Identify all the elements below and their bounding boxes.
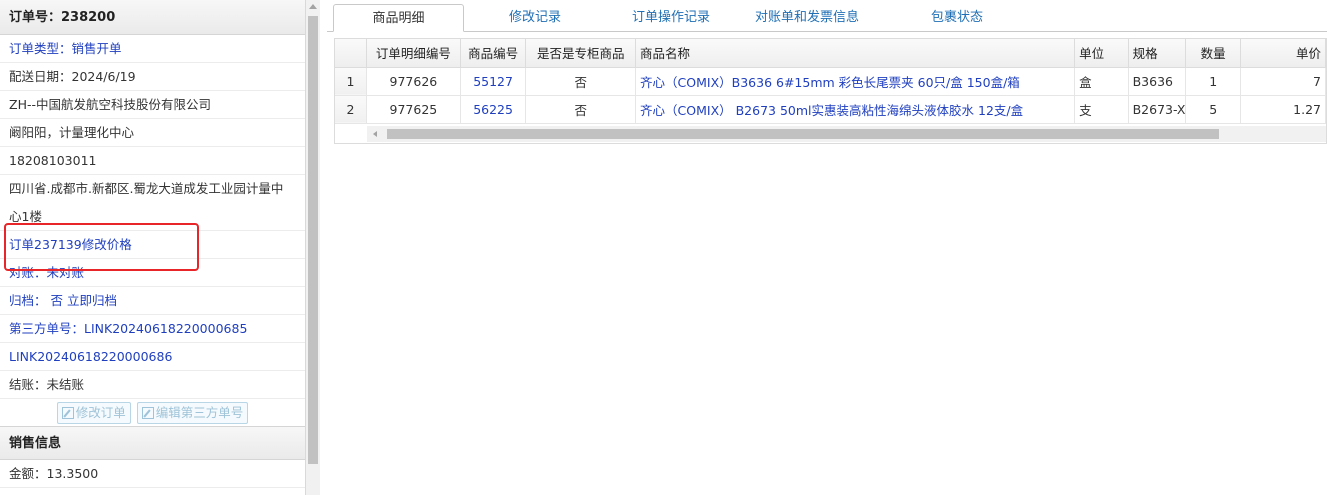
qty-cell: 5 [1185,95,1241,124]
third-party-order-number: 第三方单号：LINK20240618220000685 [0,315,305,343]
column-header-spec[interactable]: 规格 [1128,39,1187,68]
sales-info-title: 销售信息 [0,427,305,460]
spec-cell: B2673-X [1128,95,1187,124]
qty-cell: 1 [1185,67,1241,96]
column-header-counter[interactable]: 是否是专柜商品 [525,39,637,68]
column-header-detail-id[interactable]: 订单明细编号 [366,39,461,68]
product-id-link[interactable]: 55127 [460,67,527,96]
table-horizontal-scrollbar[interactable] [367,126,1326,142]
table-row[interactable]: 2 977625 56225 否 齐心（COMIX） B2673 50ml实惠装… [335,95,1326,124]
spec-cell: B3636 [1128,67,1187,96]
order-number-title: 订单号：238200 [0,0,305,35]
column-header-product-id[interactable]: 商品编号 [460,39,527,68]
order-remark-link[interactable]: 订单237139修改价格 [0,231,305,259]
row-number: 1 [335,67,368,96]
settlement-status: 结账：未结账 [0,371,305,399]
delivery-address: 四川省.成都市.新都区.蜀龙大道成发工业园计量中心1楼 [0,175,305,231]
scrollbar-thumb[interactable] [308,16,318,464]
column-header-price[interactable]: 单价 [1240,39,1326,68]
order-type: 订单类型：销售开单 [0,35,305,63]
column-header-name[interactable]: 商品名称 [635,39,1076,68]
order-info-panel: 订单号：238200 订单类型：销售开单 配送日期：2024/6/19 ZH--… [0,0,306,495]
archive-now-link[interactable]: 立即归档 [67,293,117,308]
third-party-order-number-2: LINK20240618220000686 [0,343,305,371]
tab-modify-records[interactable]: 修改记录 [475,4,595,32]
column-header-qty[interactable]: 数量 [1185,39,1241,68]
detail-panel: 商品明细 修改记录 订单操作记录 对账单和发票信息 包裹状态 订单明细编号 商品… [327,0,1327,495]
table-row[interactable]: 1 977626 55127 否 齐心（COMIX）B3636 6#15mm 彩… [335,67,1326,96]
archive-label: 归档： [9,293,47,308]
edit-icon [61,407,74,419]
counter-cell: 否 [525,95,637,124]
archive-status: 归档： 否 立即归档 [0,287,305,315]
product-table: 订单明细编号 商品编号 是否是专柜商品 商品名称 单位 规格 数量 单价 1 9… [334,38,1327,144]
reconcile-status: 对账：未对账 [0,259,305,287]
phone-number: 18208103011 [0,147,305,175]
detail-id-cell: 977625 [366,95,461,124]
unit-cell: 支 [1074,95,1129,124]
price-cell: 1.27 [1240,95,1326,124]
tab-product-details[interactable]: 商品明细 [333,4,464,32]
left-panel-scrollbar[interactable] [306,0,320,495]
tab-statement-invoice[interactable]: 对账单和发票信息 [737,4,877,32]
edit-third-party-button[interactable]: 编辑第三方单号 [136,402,249,424]
delivery-date: 配送日期：2024/6/19 [0,63,305,91]
tab-package-status[interactable]: 包裹状态 [897,4,1017,32]
scrollbar-thumb[interactable] [387,129,1219,139]
tab-operation-records[interactable]: 订单操作记录 [611,4,731,32]
detail-tabs: 商品明细 修改记录 订单操作记录 对账单和发票信息 包裹状态 [327,0,1327,32]
price-cell: 7 [1240,67,1326,96]
sales-amount: 金额：13.3500 [0,460,305,488]
scroll-up-icon[interactable] [309,4,317,9]
column-header-unit[interactable]: 单位 [1074,39,1129,68]
product-name-link[interactable]: 齐心（COMIX）B3636 6#15mm 彩色长尾票夹 60只/盒 150盒/… [635,67,1076,96]
counter-cell: 否 [525,67,637,96]
edit-order-button[interactable]: 修改订单 [56,402,131,424]
tabs-divider [327,31,1327,32]
contact-person: 阚阳阳，计量理化中心 [0,119,305,147]
edit-icon [141,407,154,419]
product-id-link[interactable]: 56225 [460,95,527,124]
row-number: 2 [335,95,368,124]
company-name: ZH--中国航发航空科技股份有限公司 [0,91,305,119]
order-action-buttons: 修改订单 编辑第三方单号 [0,399,305,427]
column-header-rownum [335,39,368,68]
scroll-left-icon[interactable] [373,131,377,137]
archive-value: 否 [50,293,64,308]
product-name-link[interactable]: 齐心（COMIX） B2673 50ml实惠装高粘性海绵头液体胶水 12支/盒 [635,95,1076,124]
table-header-row: 订单明细编号 商品编号 是否是专柜商品 商品名称 单位 规格 数量 单价 [335,39,1326,68]
detail-id-cell: 977626 [366,67,461,96]
unit-cell: 盒 [1074,67,1129,96]
